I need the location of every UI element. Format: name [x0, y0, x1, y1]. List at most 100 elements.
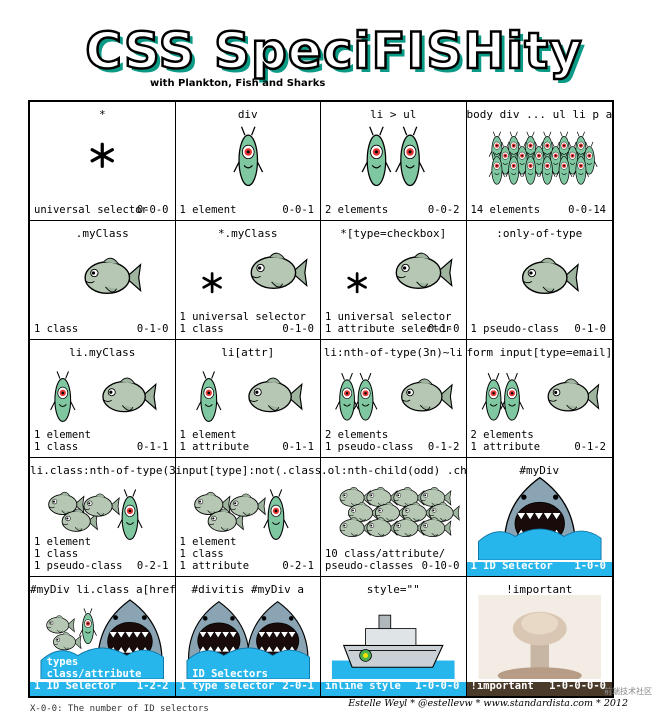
cell-illustration [361, 126, 425, 187]
cell-illustration [488, 131, 597, 185]
specificity-cell: *.myClass 1 universal selector 1 class 0-1… [175, 220, 321, 340]
fish-icon [83, 493, 120, 518]
specificity-score: 0-1-0 [574, 322, 606, 335]
selector-text: :only-of-type [496, 226, 583, 240]
specificity-score: 0-1-2 [427, 441, 460, 454]
specificity-score: 0-0-14 [568, 203, 606, 216]
selector-text: #divitis #myDiv a [191, 583, 305, 597]
specificity-score: 1-0-0 [574, 560, 606, 573]
selector-description: !important [470, 680, 534, 692]
specificity-score: 0-1-0 [427, 322, 460, 335]
specificity-cell: * universal selector 0-0-0 [30, 102, 176, 221]
selector-description: 1 class [34, 322, 79, 335]
specificity-cell: form input[type=email] 2 elements 1 attri… [466, 340, 613, 459]
selector-text: li[attr] [221, 345, 275, 359]
specificity-cell: body div ... ul li p a 14 elements 0-0-14 [466, 102, 613, 221]
selector-description: inline style [325, 680, 401, 692]
fish-icon [84, 257, 142, 294]
selector-description: 1 ID Selector [470, 560, 553, 573]
credit-line: Estelle Weyl * @estellevw * www.standard… [348, 698, 628, 709]
specificity-score: 0-0-0 [136, 203, 169, 216]
specificity-cell: input[type]:not(.class) 1 element 1 class… [175, 458, 321, 578]
ship-icon [331, 614, 455, 680]
selector-description: 1 pseudo-class [470, 322, 560, 335]
plankton-icon [499, 372, 524, 421]
specificity-score: 0-10-0 [421, 560, 460, 573]
selector-description: 2 elements 1 attribute [470, 429, 541, 454]
selector-text: *.myClass [217, 226, 278, 240]
specificity-cell: :only-of-type 1 pseudo-class 0-1-0 [466, 221, 612, 340]
selector-description: 2 types 2 class/attribute 1 ID Selector [34, 656, 142, 692]
specificity-score: 0-0-1 [282, 203, 314, 216]
selector-text: li:nth-of-type(3n)~li [323, 345, 463, 359]
selector-text: #myDiv [519, 464, 560, 478]
fish-icon [339, 487, 371, 508]
fish-icon [395, 252, 453, 289]
fish-icon [393, 487, 425, 508]
specificity-score: 0-1-1 [136, 441, 169, 454]
specificity-score: 2-0-1 [282, 680, 314, 692]
selector-text: * [98, 108, 106, 121]
plankton-icon [232, 126, 263, 187]
specificity-score: 0-1-0 [136, 322, 169, 335]
selector-text: form input[type=email] [466, 345, 613, 359]
fish-icon [250, 252, 308, 289]
footer-note: X-0-0: The number of ID selectors [30, 704, 209, 714]
page-subtitle: with Plankton, Fish and Sharks [150, 78, 326, 89]
selector-text: !important [506, 583, 573, 597]
selector-text: li > ul [370, 108, 417, 121]
fish-icon [102, 377, 157, 412]
selector-description: 14 elements [470, 203, 541, 216]
fish-icon [228, 493, 266, 518]
specificity-cell: !important !important 1-0-0-0-0 [466, 577, 612, 696]
specificity-cell: li[attr] 1 element 1 attribute 0-1-1 [175, 339, 321, 459]
selector-text: li.myClass [69, 345, 136, 359]
selector-description: 1 element 1 attribute [179, 429, 250, 454]
selector-description: universal selector [34, 203, 148, 216]
specificity-score: 1-2-2 [136, 680, 169, 692]
selector-text: body div ... ul li p a [466, 108, 613, 121]
fish-icon [53, 632, 82, 651]
cell-illustration [331, 614, 455, 680]
specificity-cell: .ol:nth-child(odd) .chk[type] ...10 clas… [321, 458, 467, 578]
asterisk-icon [201, 271, 222, 294]
selector-text: li.class:nth-of-type(3n) [30, 464, 176, 478]
specificity-score: 0-1-1 [282, 441, 314, 454]
fish-icon [401, 378, 453, 412]
fish-icon [547, 378, 599, 412]
specificity-grid: * universal selector 0-0-0 div 1 element 0-0… [28, 100, 614, 698]
cell-illustration [232, 126, 263, 187]
explosion-icon [477, 595, 601, 680]
specificity-cell: *[type=checkbox] 1 universal selector 1 a… [321, 220, 467, 340]
selector-text: input[type]:not(.class) [175, 464, 321, 478]
specificity-cell: li > ul 2 elements 0-0-2 [321, 102, 467, 221]
specificity-score: 0-2-1 [282, 560, 314, 573]
fish-icon [46, 615, 75, 634]
selector-text: #myDiv li.class a[href] [30, 583, 176, 597]
specificity-cell: li.myClass 1 element 1 class 0-1-1 [30, 339, 176, 459]
selector-text: .ol:nth-child(odd) .chk[type] ... [321, 464, 467, 478]
selector-description: 2 elements 1 pseudo-class [325, 429, 414, 454]
fish-icon [366, 487, 398, 508]
plankton-icon [50, 370, 76, 422]
specificity-cell: div 1 element 0-0-1 [175, 102, 321, 221]
cell-illustration [186, 601, 310, 680]
watermark: 前端技术社区 [604, 687, 652, 696]
selector-text: .myClass [75, 226, 129, 240]
selector-description: 1 element [179, 203, 237, 216]
specificity-cell: #divitis #myDiv a 2 ID Selectors 1 type s… [175, 577, 321, 696]
specificity-score: 1-0-0-0-0 [549, 680, 606, 692]
cell-illustration [477, 595, 601, 680]
selector-description: 1 element 1 class 1 pseudo-class [34, 536, 123, 573]
selector-description: 1 element 1 class 1 attribute [179, 536, 250, 573]
plankton-icon [117, 489, 143, 541]
plankton-icon [195, 370, 221, 422]
fish-icon [247, 377, 303, 412]
specificity-cell: .myClass 1 class 0-1-0 [30, 220, 176, 340]
specificity-score: 1-0-0-0 [415, 680, 460, 692]
cell-illustration [90, 142, 114, 168]
cell-illustration [84, 257, 142, 294]
asterisk-icon [347, 271, 367, 294]
plankton-icon [262, 489, 289, 541]
specificity-cell: li:nth-of-type(3n)~li 2 elements 1 pseudo… [321, 339, 467, 459]
